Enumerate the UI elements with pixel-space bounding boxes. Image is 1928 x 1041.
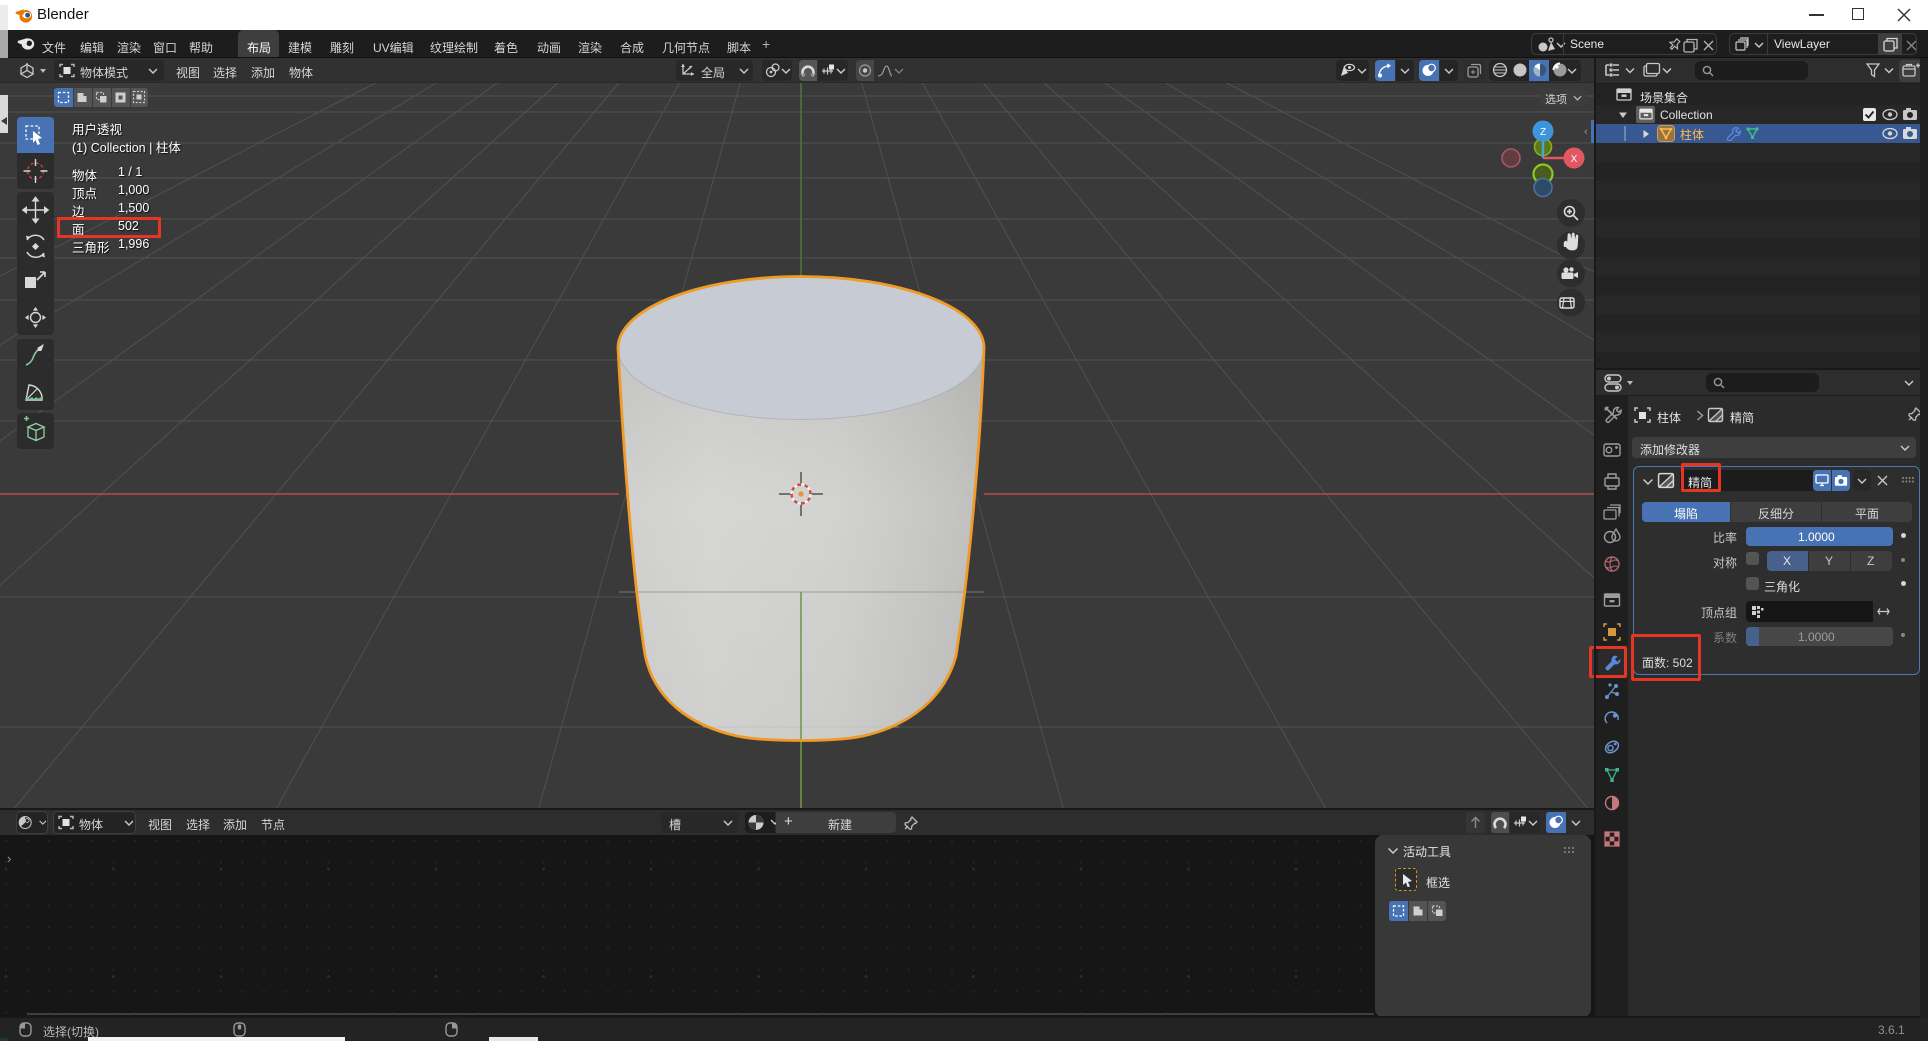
svg-text:Z: Z: [1540, 127, 1546, 138]
svg-text:‹: ‹: [1584, 126, 1588, 138]
svg-text:X: X: [1571, 154, 1578, 165]
